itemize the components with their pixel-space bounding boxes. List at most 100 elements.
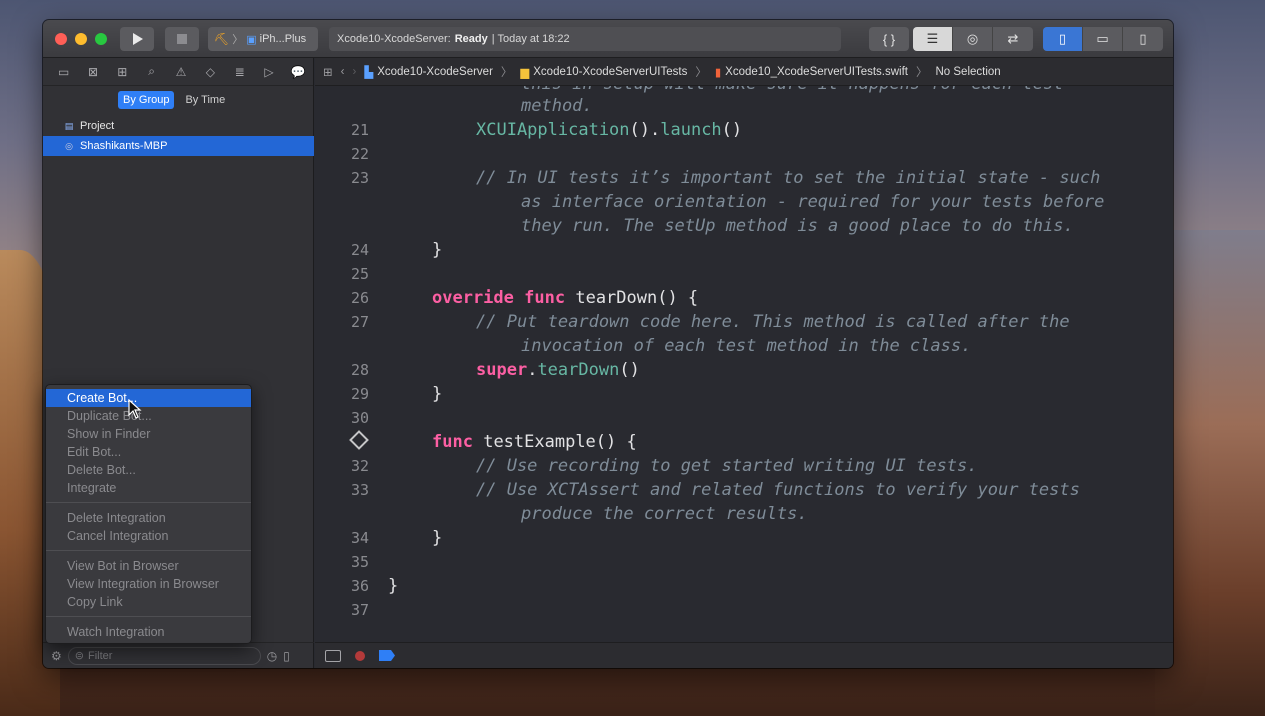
code-keyword: func bbox=[524, 288, 566, 308]
line-number: 35 bbox=[350, 553, 369, 571]
folder-icon[interactable]: ▭ bbox=[49, 65, 78, 79]
filter-input[interactable]: ⊜ Filter bbox=[67, 646, 261, 665]
library-toggle: { } bbox=[869, 27, 909, 51]
breadcrumb-project[interactable]: ▙ Xcode10-XcodeServer bbox=[364, 65, 493, 79]
code-comment: // In UI tests it’s important to set the… bbox=[476, 168, 1101, 188]
context-menu: Create Bot... Duplicate Bot... Show in F… bbox=[45, 384, 252, 644]
filter-icon: ⊜ bbox=[74, 650, 84, 662]
code-keyword: super bbox=[476, 360, 528, 380]
assistant-editor-button[interactable]: ◎ bbox=[953, 27, 993, 51]
gear-icon[interactable]: ⚙ bbox=[51, 649, 62, 663]
activity-viewer: Xcode10-XcodeServer: Ready | Today at 18… bbox=[329, 27, 841, 51]
line-number: 22 bbox=[350, 145, 369, 163]
project-icon: ▙ bbox=[364, 66, 374, 79]
related-items-icon[interactable]: ⊞ bbox=[323, 65, 333, 79]
code-keyword: func bbox=[432, 432, 473, 452]
server-icon: ◎ bbox=[65, 140, 73, 151]
code-line: super.tearDown() bbox=[476, 358, 640, 382]
run-button[interactable] bbox=[120, 27, 154, 51]
test-diamond-icon[interactable] bbox=[349, 430, 369, 450]
menu-item-view-integration-in-browser[interactable]: View Integration in Browser bbox=[46, 575, 251, 593]
menu-separator bbox=[46, 616, 251, 617]
navigator-filter-bar: ⚙ ⊜ Filter ◷ ▯ bbox=[43, 642, 314, 668]
menu-separator bbox=[46, 550, 251, 551]
back-arrow-icon[interactable]: ‹ bbox=[341, 66, 345, 78]
mouse-pointer-icon bbox=[128, 399, 142, 419]
minimize-window-button[interactable] bbox=[75, 33, 87, 45]
menu-item-duplicate-bot[interactable]: Duplicate Bot... bbox=[46, 407, 251, 425]
menu-item-view-bot-in-browser[interactable]: View Bot in Browser bbox=[46, 557, 251, 575]
code-comment: invocation of each test method in the cl… bbox=[521, 336, 972, 356]
code-comment: method. bbox=[521, 96, 593, 116]
line-number: 27 bbox=[350, 313, 369, 331]
nav-row-server[interactable]: ◎ Shashikants-MBP bbox=[43, 136, 314, 156]
code-comment: they run. The setUp method is a good pla… bbox=[521, 216, 1074, 236]
line-number: 37 bbox=[350, 601, 369, 619]
code-brace: } bbox=[432, 384, 443, 404]
breakpoint-icon[interactable]: ▷ bbox=[254, 65, 283, 79]
code-punct: () bbox=[619, 360, 640, 380]
line-number: 29 bbox=[350, 385, 369, 403]
source-control-icon[interactable]: ⊠ bbox=[78, 65, 107, 79]
breadcrumb-file[interactable]: ▮ Xcode10_XcodeServerUITests.swift bbox=[715, 65, 908, 79]
record-icon[interactable] bbox=[355, 650, 365, 661]
code-comment: produce the correct results. bbox=[521, 504, 808, 524]
stop-button[interactable] bbox=[165, 27, 199, 51]
activity-project: Xcode10-XcodeServer: bbox=[337, 33, 451, 45]
chevron-right-icon: 〉 bbox=[915, 66, 928, 79]
show-debug-area-icon[interactable] bbox=[325, 649, 341, 662]
code-library-button[interactable]: { } bbox=[869, 27, 909, 51]
by-group-button[interactable]: By Group bbox=[118, 91, 175, 109]
clock-icon[interactable]: ◷ bbox=[267, 649, 277, 663]
report-icon[interactable]: 💬 bbox=[284, 65, 313, 79]
debug-icon[interactable]: ≣ bbox=[225, 65, 254, 79]
menu-item-create-bot[interactable]: Create Bot... bbox=[46, 389, 251, 407]
line-number: 36 bbox=[350, 577, 369, 595]
jump-bar: ⊞ ‹ › ▙ Xcode10-XcodeServer 〉 ▆ Xcode10-… bbox=[315, 58, 1173, 86]
code-comment: as interface orientation - required for … bbox=[521, 192, 1105, 212]
file-icon: ▤ bbox=[64, 120, 74, 131]
navigator-toggle-button[interactable]: ▯ bbox=[1043, 27, 1083, 51]
warning-icon[interactable]: ⚠ bbox=[166, 65, 195, 79]
breakpoints-active-icon[interactable] bbox=[379, 650, 395, 661]
standard-editor-button[interactable]: ☰ bbox=[913, 27, 953, 51]
inspector-toggle-button[interactable]: ▯ bbox=[1123, 27, 1163, 51]
code-brace: } bbox=[432, 528, 443, 548]
search-icon[interactable]: ⌕ bbox=[137, 64, 166, 79]
menu-item-copy-link[interactable]: Copy Link bbox=[46, 593, 251, 611]
menu-item-integrate[interactable]: Integrate bbox=[46, 479, 251, 497]
nav-row-label: Shashikants-MBP bbox=[80, 140, 168, 152]
menu-item-delete-integration[interactable]: Delete Integration bbox=[46, 509, 251, 527]
menu-item-show-in-finder[interactable]: Show in Finder bbox=[46, 425, 251, 443]
source-editor[interactable]: 21 22 23 24 25 26 27 28 29 30 32 33 34 3… bbox=[315, 86, 1173, 642]
breadcrumb-selection[interactable]: No Selection bbox=[935, 66, 1000, 78]
menu-item-delete-bot[interactable]: Delete Bot... bbox=[46, 461, 251, 479]
menu-item-watch-integration[interactable]: Watch Integration bbox=[46, 623, 251, 641]
menu-item-edit-bot[interactable]: Edit Bot... bbox=[46, 443, 251, 461]
line-number: 32 bbox=[350, 457, 369, 475]
toolbar: ⛏ 〉 ▣ iPh...Plus Xcode10-XcodeServer: Re… bbox=[43, 20, 1173, 58]
menu-item-cancel-integration[interactable]: Cancel Integration bbox=[46, 527, 251, 545]
test-icon[interactable]: ◇ bbox=[196, 65, 225, 79]
by-time-button[interactable]: By Time bbox=[180, 91, 230, 109]
version-editor-button[interactable]: ⇄ bbox=[993, 27, 1033, 51]
forward-arrow-icon[interactable]: › bbox=[352, 66, 356, 78]
nav-row-project[interactable]: ▤ Project bbox=[43, 116, 314, 136]
view-toggle-segment: ▯ ▭ ▯ bbox=[1043, 27, 1163, 51]
device-icon: ▣ bbox=[246, 33, 257, 46]
document-icon[interactable]: ▯ bbox=[283, 649, 290, 663]
zoom-window-button[interactable] bbox=[95, 33, 107, 45]
menu-separator bbox=[46, 502, 251, 503]
line-number: 23 bbox=[350, 169, 369, 187]
braces-icon: { } bbox=[882, 31, 896, 47]
left-panel-icon: ▯ bbox=[1058, 31, 1067, 46]
close-window-button[interactable] bbox=[55, 33, 67, 45]
swift-file-icon: ▮ bbox=[714, 66, 722, 79]
scheme-selector[interactable]: ⛏ 〉 ▣ iPh...Plus bbox=[208, 27, 318, 51]
debug-bar bbox=[315, 642, 1173, 668]
bottom-panel-icon: ▭ bbox=[1096, 31, 1109, 46]
activity-status: Ready bbox=[454, 33, 488, 45]
symbol-icon[interactable]: ⊞ bbox=[108, 65, 137, 79]
breadcrumb-group[interactable]: ▆ Xcode10-XcodeServerUITests bbox=[520, 65, 687, 79]
debug-area-toggle-button[interactable]: ▭ bbox=[1083, 27, 1123, 51]
